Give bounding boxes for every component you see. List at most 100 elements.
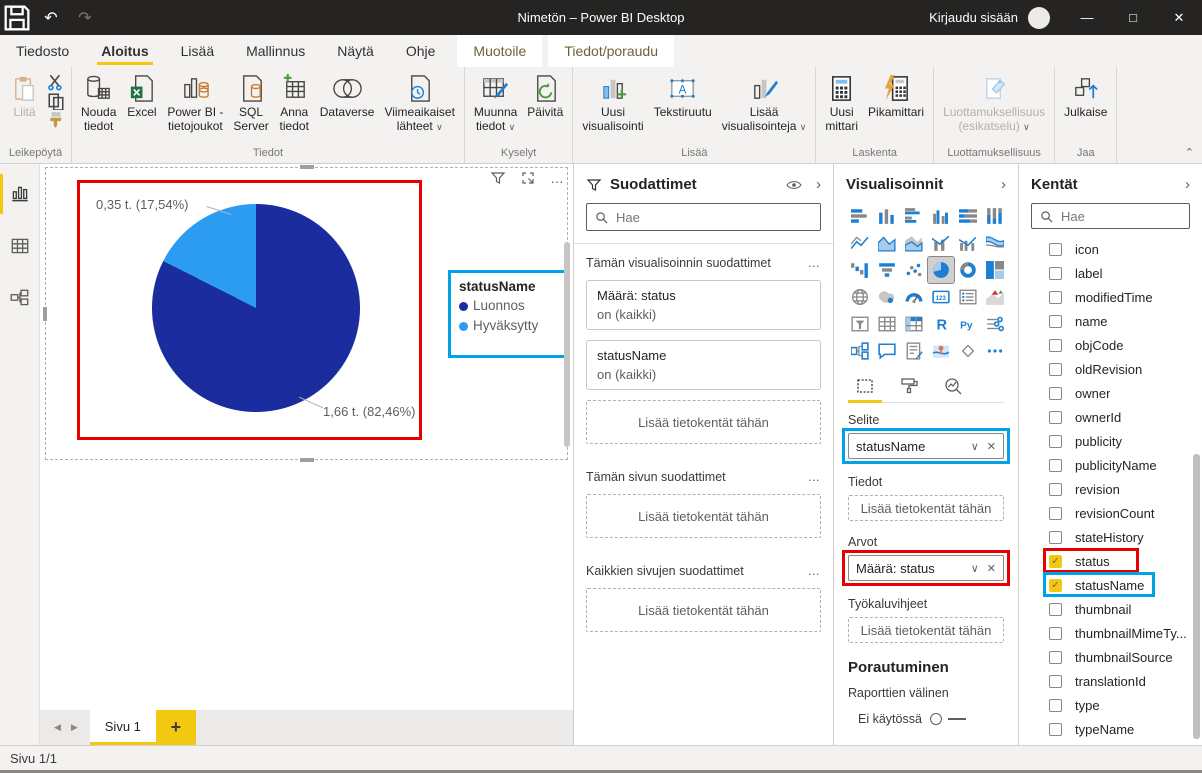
line-and-stacked-column-chart-icon[interactable] — [928, 230, 954, 256]
scatter-chart-icon[interactable] — [901, 257, 927, 283]
refresh-button[interactable]: Päivitä — [522, 70, 568, 119]
line-chart-icon[interactable] — [847, 230, 873, 256]
field-checkbox[interactable] — [1049, 507, 1062, 520]
prev-page-icon[interactable]: ◀ — [54, 722, 61, 733]
field-row-status[interactable]: ✓status — [1031, 549, 1190, 573]
field-checkbox[interactable] — [1049, 723, 1062, 736]
field-row-revisionCount[interactable]: revisionCount — [1031, 501, 1190, 525]
field-row-objCode[interactable]: objCode — [1031, 333, 1190, 357]
format-painter-icon[interactable] — [47, 112, 65, 128]
collapse-panel-icon[interactable]: › — [1001, 176, 1006, 193]
table-icon[interactable] — [874, 311, 900, 337]
save-icon[interactable] — [0, 0, 34, 35]
filter-icon[interactable] — [490, 170, 506, 186]
ribbon-chart-icon[interactable] — [982, 230, 1008, 256]
undo-icon[interactable]: ↶ — [34, 0, 68, 35]
field-row-publicityName[interactable]: publicityName — [1031, 453, 1190, 477]
tab-muotoile[interactable]: Muotoile — [457, 35, 542, 67]
field-checkbox[interactable] — [1049, 675, 1062, 688]
cut-icon[interactable] — [47, 74, 65, 90]
map-icon[interactable] — [847, 284, 873, 310]
legend-field-pill[interactable]: statusName ∨ ✕ — [848, 433, 1004, 459]
field-checkbox[interactable]: ✓ — [1049, 579, 1062, 592]
tab-ohje[interactable]: Ohje — [390, 35, 452, 67]
fields-well-tab[interactable] — [852, 376, 878, 396]
field-checkbox[interactable] — [1049, 627, 1062, 640]
get-data-button[interactable]: Nouda tiedot — [76, 70, 121, 133]
field-row-label[interactable]: label — [1031, 261, 1190, 285]
area-chart-icon[interactable] — [874, 230, 900, 256]
slicer-icon[interactable] — [847, 311, 873, 337]
field-row-thumbnailMimeTy[interactable]: thumbnailMimeTy... — [1031, 621, 1190, 645]
field-checkbox[interactable] — [1049, 339, 1062, 352]
close-button[interactable]: ✕ — [1156, 0, 1202, 35]
collapse-ribbon-icon[interactable]: ⌃ — [1185, 146, 1194, 159]
matrix-icon[interactable] — [901, 311, 927, 337]
visual-filters-dropzone[interactable]: Lisää tietokentät tähän — [586, 400, 821, 444]
field-row-thumbnailSource[interactable]: thumbnailSource — [1031, 645, 1190, 669]
avatar[interactable] — [1028, 7, 1050, 29]
kpi-icon[interactable] — [982, 284, 1008, 310]
more-options-icon[interactable]: … — [808, 470, 822, 484]
canvas-scrollbar[interactable] — [564, 242, 570, 447]
more-visual-types-icon[interactable] — [982, 338, 1008, 364]
stacked-area-chart-icon[interactable] — [901, 230, 927, 256]
field-checkbox[interactable] — [1049, 363, 1062, 376]
treemap-icon[interactable] — [982, 257, 1008, 283]
stacked-column-chart-icon[interactable] — [874, 203, 900, 229]
field-checkbox[interactable] — [1049, 387, 1062, 400]
paste-button[interactable]: Liitä — [4, 70, 45, 119]
dataverse-button[interactable]: Dataverse — [315, 70, 380, 119]
cross-report-toggle[interactable]: Ei käytössä — [858, 712, 1006, 726]
pie-chart-icon[interactable] — [928, 257, 954, 283]
field-row-typeName[interactable]: typeName — [1031, 717, 1190, 741]
arcgis-map-icon[interactable] — [928, 338, 954, 364]
remove-field-icon[interactable]: ✕ — [987, 440, 996, 453]
gauge-icon[interactable] — [901, 284, 927, 310]
field-checkbox[interactable] — [1049, 699, 1062, 712]
more-options-icon[interactable]: … — [808, 564, 822, 578]
remove-field-icon[interactable]: ✕ — [987, 562, 996, 575]
field-row-oldRevision[interactable]: oldRevision — [1031, 357, 1190, 381]
field-checkbox[interactable] — [1049, 651, 1062, 664]
model-view-button[interactable] — [0, 276, 40, 320]
new-visual-button[interactable]: Uusi visualisointi — [577, 70, 648, 133]
stacked-bar-chart-icon[interactable] — [847, 203, 873, 229]
field-checkbox[interactable] — [1049, 435, 1062, 448]
chevron-down-icon[interactable]: ∨ — [971, 440, 979, 453]
fields-scrollbar[interactable] — [1193, 454, 1200, 739]
power-bi-datasets-button[interactable]: Power BI - tietojoukot — [162, 70, 228, 133]
field-checkbox[interactable] — [1049, 243, 1062, 256]
filter-card-statusname[interactable]: statusName on (kaikki) — [586, 340, 821, 390]
maximize-button[interactable]: □ — [1110, 0, 1156, 35]
field-row-revision[interactable]: revision — [1031, 477, 1190, 501]
new-measure-button[interactable]: Uusi mittari — [820, 70, 863, 133]
filters-search-input[interactable] — [614, 209, 812, 226]
smart-narrative-icon[interactable] — [901, 338, 927, 364]
field-row-icon[interactable]: icon — [1031, 237, 1190, 261]
field-checkbox[interactable] — [1049, 603, 1062, 616]
card-icon[interactable]: 123 — [928, 284, 954, 310]
field-checkbox[interactable] — [1049, 315, 1062, 328]
tab-tiedosto[interactable]: Tiedosto — [0, 35, 85, 67]
more-options-icon[interactable]: … — [808, 256, 822, 270]
field-row-thumbnail[interactable]: thumbnail — [1031, 597, 1190, 621]
format-tab[interactable] — [896, 376, 922, 396]
field-row-modifiedTime[interactable]: modifiedTime — [1031, 285, 1190, 309]
details-dropzone[interactable]: Lisää tietokentät tähän — [848, 495, 1004, 521]
transform-data-button[interactable]: Muunna tiedot ∨ — [469, 70, 522, 134]
field-row-name[interactable]: name — [1031, 309, 1190, 333]
field-checkbox[interactable] — [1049, 411, 1062, 424]
field-row-type[interactable]: type — [1031, 693, 1190, 717]
field-row-stateHistory[interactable]: stateHistory — [1031, 525, 1190, 549]
more-options-icon[interactable]: … — [550, 170, 565, 186]
filter-card-status[interactable]: Määrä: status on (kaikki) — [586, 280, 821, 330]
metrics-icon[interactable] — [955, 338, 981, 364]
focus-mode-icon[interactable] — [520, 170, 536, 186]
tooltips-dropzone[interactable]: Lisää tietokentät tähän — [848, 617, 1004, 643]
legend-item[interactable]: Luonnos — [459, 296, 557, 316]
decomposition-tree-icon[interactable] — [847, 338, 873, 364]
tab-tiedot-poraudu[interactable]: Tiedot/poraudu — [548, 35, 674, 67]
field-row-publicity[interactable]: publicity — [1031, 429, 1190, 453]
clustered-bar-chart-icon[interactable] — [901, 203, 927, 229]
